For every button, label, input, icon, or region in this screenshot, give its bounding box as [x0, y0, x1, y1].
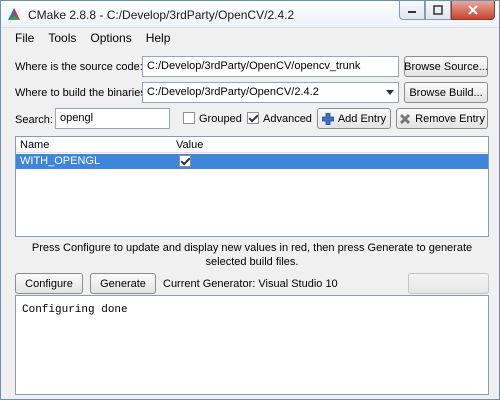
cmake-window: CMake 2.8.8 - C:/Develop/3rdParty/OpenCV… — [0, 0, 500, 400]
remove-x-icon — [400, 113, 411, 124]
entry-value-checkbox[interactable] — [179, 155, 191, 167]
dropdown-arrow-icon — [386, 90, 394, 95]
menu-help[interactable]: Help — [139, 31, 178, 45]
search-value: opengl — [60, 112, 94, 124]
search-label: Search: — [15, 114, 53, 126]
generate-button[interactable]: Generate — [90, 273, 156, 294]
build-path-combo[interactable]: C:/Develop/3rdParty/OpenCV/2.4.2 — [142, 82, 399, 103]
maximize-icon — [433, 5, 443, 15]
cmake-triangle-icon — [8, 8, 20, 20]
menu-file[interactable]: File — [8, 31, 41, 45]
grouped-label: Grouped — [199, 113, 242, 125]
close-button[interactable] — [451, 1, 495, 20]
table-header: Name Value — [16, 137, 488, 153]
grouped-checkbox[interactable] — [183, 112, 195, 124]
build-path-value: C:/Develop/3rdParty/OpenCV/2.4.2 — [147, 86, 319, 98]
title-bar[interactable]: CMake 2.8.8 - C:/Develop/3rdParty/OpenCV… — [1, 1, 499, 28]
browse-build-button[interactable]: Browse Build... — [404, 82, 488, 103]
entry-name: WITH_OPENGL — [20, 155, 101, 167]
search-input[interactable]: opengl — [55, 108, 170, 129]
source-path-input[interactable]: C:/Develop/3rdParty/OpenCV/opencv_trunk — [142, 56, 399, 77]
browse-source-button[interactable]: Browse Source... — [404, 56, 488, 77]
configure-button[interactable]: Configure — [15, 273, 83, 294]
minimize-button[interactable] — [399, 1, 425, 20]
source-label: Where is the source code: — [15, 61, 143, 73]
output-log[interactable]: Configuring done — [15, 295, 489, 395]
build-label: Where to build the binaries: — [15, 87, 149, 99]
current-generator-label: Current Generator: Visual Studio 10 — [163, 278, 338, 290]
remove-entry-button[interactable]: Remove Entry — [396, 108, 488, 129]
output-text: Configuring done — [22, 304, 128, 316]
plus-icon — [321, 112, 334, 125]
add-entry-button[interactable]: Add Entry — [317, 108, 391, 129]
progress-bar — [408, 273, 489, 294]
hint-text: Press Configure to update and display ne… — [31, 242, 473, 268]
source-path-value: C:/Develop/3rdParty/OpenCV/opencv_trunk — [147, 60, 361, 72]
menu-bar: File Tools Options Help — [1, 28, 499, 47]
minimize-icon — [408, 11, 416, 13]
table-row[interactable]: WITH_OPENGL — [16, 154, 488, 169]
browse-source-label: Browse Source... — [404, 60, 488, 73]
advanced-label: Advanced — [263, 113, 312, 125]
column-header-value[interactable]: Value — [176, 139, 203, 151]
browse-build-label: Browse Build... — [409, 86, 483, 99]
configure-label: Configure — [25, 277, 73, 290]
column-header-name[interactable]: Name — [20, 139, 49, 151]
close-icon — [468, 5, 478, 15]
cache-entries-table[interactable]: Name Value WITH_OPENGL — [15, 136, 489, 237]
add-entry-label: Add Entry — [337, 112, 387, 125]
menu-tools[interactable]: Tools — [41, 31, 83, 45]
window-title: CMake 2.8.8 - C:/Develop/3rdParty/OpenCV… — [28, 8, 295, 22]
generate-label: Generate — [100, 277, 146, 290]
advanced-checkbox[interactable] — [247, 112, 259, 124]
maximize-button[interactable] — [425, 1, 451, 20]
remove-entry-label: Remove Entry — [415, 112, 485, 125]
menu-options[interactable]: Options — [83, 31, 138, 45]
